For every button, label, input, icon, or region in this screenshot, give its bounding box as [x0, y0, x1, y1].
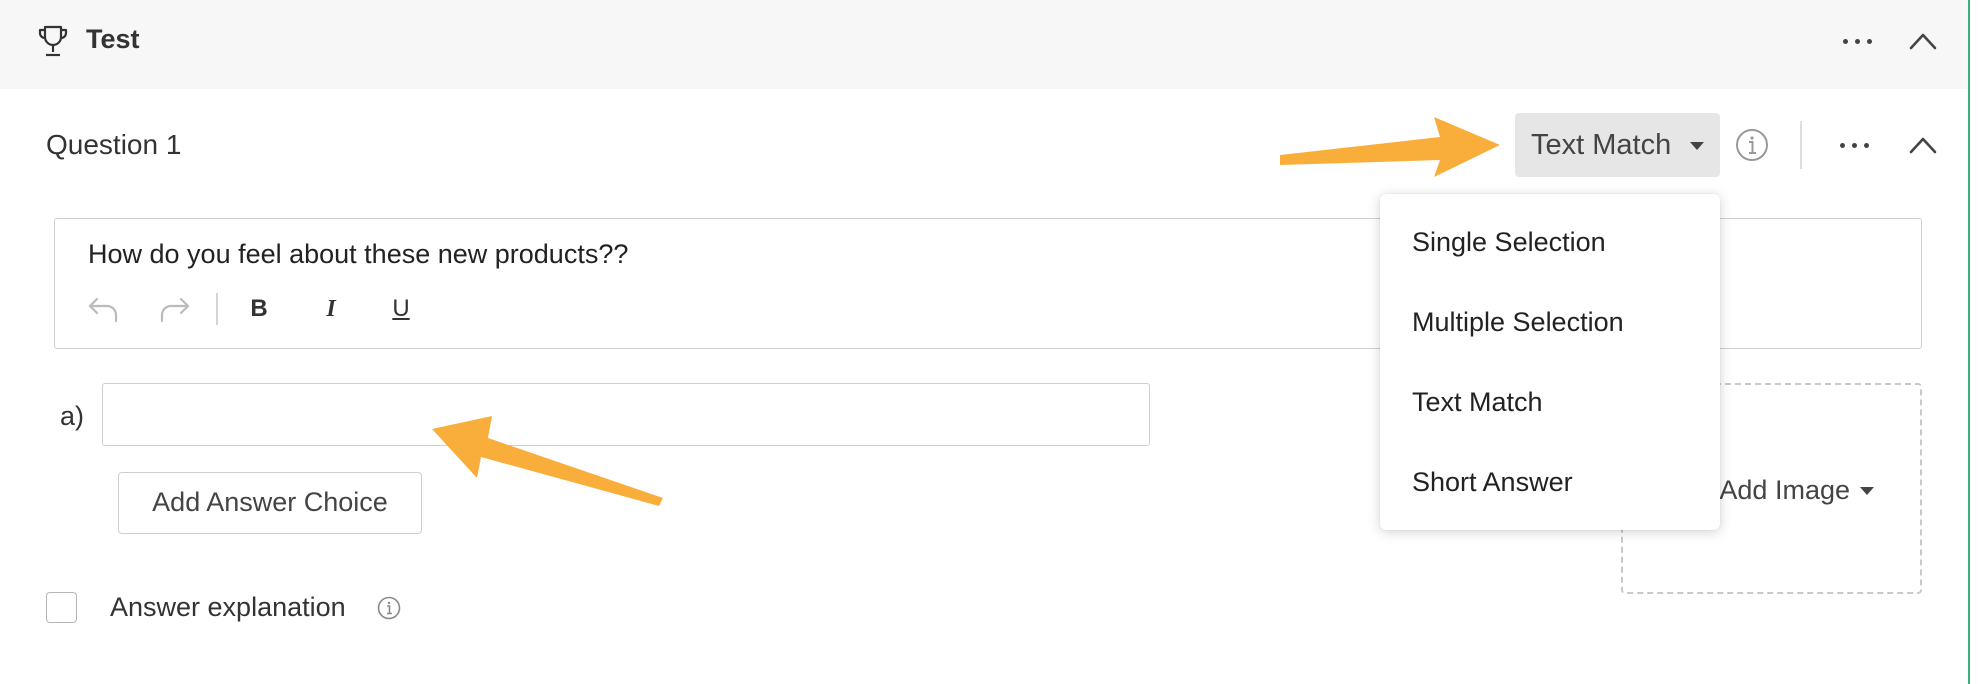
- section-header: Test: [0, 0, 1968, 89]
- underline-button[interactable]: U: [387, 291, 415, 327]
- toolbar-separator: [216, 293, 218, 325]
- question-more-icon[interactable]: [1840, 143, 1869, 148]
- question-type-selected: Text Match: [1531, 129, 1672, 161]
- question-text[interactable]: How do you feel about these new products…: [88, 239, 628, 270]
- question-collapse-chevron-up-icon[interactable]: [1908, 134, 1938, 156]
- page-right-border: [1968, 0, 1970, 684]
- answer-input[interactable]: [102, 383, 1150, 446]
- redo-icon[interactable]: [157, 291, 193, 327]
- add-answer-choice-button[interactable]: Add Answer Choice: [118, 472, 422, 534]
- undo-icon[interactable]: [85, 291, 121, 327]
- info-icon[interactable]: [1735, 128, 1769, 162]
- menu-item-short-answer[interactable]: Short Answer: [1412, 467, 1573, 498]
- section-collapse-chevron-up-icon[interactable]: [1908, 30, 1938, 52]
- question-title: Question 1: [46, 129, 182, 160]
- question-type-menu: Single Selection Multiple Selection Text…: [1380, 194, 1720, 530]
- menu-item-multiple-selection[interactable]: Multiple Selection: [1412, 307, 1624, 338]
- answer-label: a): [60, 401, 85, 431]
- question-type-select[interactable]: Text Match: [1515, 113, 1720, 177]
- caret-down-icon: [1860, 487, 1874, 495]
- trophy-icon: [38, 25, 68, 57]
- answer-explanation-label: Answer explanation: [110, 592, 346, 622]
- answer-explanation-checkbox[interactable]: [46, 592, 77, 623]
- menu-item-text-match[interactable]: Text Match: [1412, 387, 1543, 418]
- italic-button[interactable]: I: [317, 291, 345, 327]
- section-title: Test: [86, 24, 140, 54]
- bold-button[interactable]: B: [245, 291, 273, 327]
- section-more-icon[interactable]: [1843, 39, 1872, 44]
- add-image-label: Add Image: [1719, 475, 1850, 505]
- info-icon[interactable]: [377, 596, 401, 620]
- menu-item-single-selection[interactable]: Single Selection: [1412, 227, 1606, 258]
- toolbar-divider: [1800, 121, 1802, 169]
- caret-down-icon: [1690, 142, 1704, 150]
